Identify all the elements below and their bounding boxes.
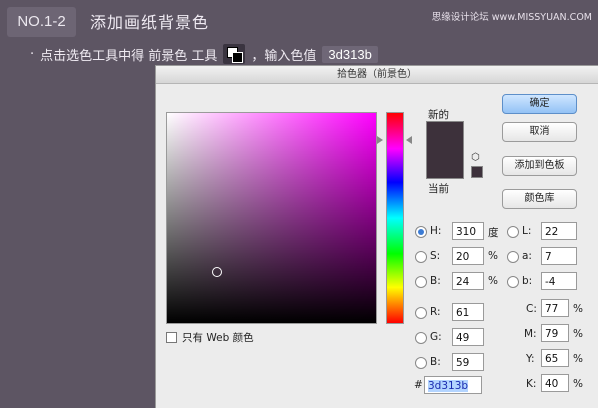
new-color-label: 新的 <box>428 109 449 121</box>
color-picker-dialog: 拾色器（前景色） 只有 Web 颜色 新的 当前 ⬡ 确定 取消 添加到色板 颜… <box>156 66 598 408</box>
saturation-input[interactable]: 20 <box>452 247 484 265</box>
radio-hue[interactable] <box>415 226 427 238</box>
step-badge: NO.1-2 <box>7 7 76 37</box>
brightness-label: B: <box>430 275 441 287</box>
radio-brightness[interactable] <box>415 276 427 288</box>
green-label: G: <box>430 331 442 343</box>
lab-a-input[interactable]: 7 <box>541 247 577 265</box>
magenta-unit: % <box>573 328 583 340</box>
cyan-label: C: <box>526 303 537 315</box>
bullet: · <box>30 46 35 62</box>
cyan-unit: % <box>573 303 583 315</box>
hex-input-value: 3d313b <box>428 380 469 392</box>
hue-slider-left-arrow[interactable] <box>377 136 383 144</box>
hex-label: # <box>414 379 423 391</box>
step-title: 添加画纸背景色 <box>90 13 210 32</box>
current-color-label: 当前 <box>428 183 449 195</box>
new-color-swatch <box>426 121 464 152</box>
hue-input[interactable]: 310 <box>452 222 484 240</box>
watermark: 思缘设计论坛 www.MISSYUAN.COM <box>431 12 592 23</box>
add-to-swatches-button[interactable]: 添加到色板 <box>502 156 577 176</box>
radio-lab-a[interactable] <box>507 251 519 263</box>
magenta-label: M: <box>524 328 537 340</box>
ok-button[interactable]: 确定 <box>502 94 577 114</box>
hue-unit: 度 <box>488 227 499 239</box>
magenta-input[interactable]: 79 <box>541 324 569 342</box>
brightness-input[interactable]: 24 <box>452 272 484 290</box>
radio-lightness[interactable] <box>507 226 519 238</box>
hex-value-chip: 3d313b <box>322 45 378 63</box>
radio-red[interactable] <box>415 307 427 319</box>
radio-saturation[interactable] <box>415 251 427 263</box>
out-of-gamut-cube-icon[interactable]: ⬡ <box>471 152 480 163</box>
yellow-input[interactable]: 65 <box>541 349 569 367</box>
black-label: K: <box>526 378 537 390</box>
color-libraries-button[interactable]: 颜色库 <box>502 189 577 209</box>
hue-label: H: <box>430 225 442 237</box>
instruction-text: 点击选色工具中得 前景色 工具 <box>40 48 218 64</box>
lab-b-input[interactable]: -4 <box>541 272 577 290</box>
web-colors-label: 只有 Web 颜色 <box>182 332 254 344</box>
instruction-text-after: ，输入色值 <box>251 48 317 64</box>
lab-l-label: L: <box>522 225 532 237</box>
yellow-unit: % <box>573 353 583 365</box>
brightness-unit: % <box>488 275 498 287</box>
radio-lab-b[interactable] <box>507 276 519 288</box>
instruction-line: · 点击选色工具中得 前景色 工具 ，输入色值 3d313b <box>30 44 378 64</box>
web-colors-only-checkbox[interactable]: 只有 Web 颜色 <box>166 330 254 345</box>
current-color-swatch[interactable] <box>426 151 464 179</box>
web-safe-swatch-icon[interactable] <box>471 166 483 178</box>
blue-label: B: <box>430 356 441 368</box>
radio-green[interactable] <box>415 332 427 344</box>
color-field-cursor[interactable] <box>212 267 222 277</box>
blue-input[interactable]: 59 <box>452 353 484 371</box>
black-unit: % <box>573 378 583 390</box>
color-field[interactable] <box>166 112 377 324</box>
red-label: R: <box>430 306 441 318</box>
lab-l-input[interactable]: 22 <box>541 222 577 240</box>
checkbox-box[interactable] <box>166 332 177 343</box>
lab-b-label: b: <box>522 275 533 287</box>
saturation-unit: % <box>488 250 498 262</box>
dialog-title: 拾色器（前景色） <box>156 66 598 84</box>
red-input[interactable]: 61 <box>452 303 484 321</box>
foreground-background-icon <box>223 44 246 64</box>
lab-a-label: a: <box>522 250 532 262</box>
green-input[interactable]: 49 <box>452 328 484 346</box>
yellow-label: Y: <box>526 353 535 365</box>
hue-slider-right-arrow[interactable] <box>406 136 412 144</box>
saturation-label: S: <box>430 250 441 262</box>
cyan-input[interactable]: 77 <box>541 299 569 317</box>
black-input[interactable]: 40 <box>541 374 569 392</box>
radio-blue[interactable] <box>415 357 427 369</box>
hex-input[interactable]: 3d313b <box>424 376 482 394</box>
hue-slider[interactable] <box>386 112 404 324</box>
cancel-button[interactable]: 取消 <box>502 122 577 142</box>
